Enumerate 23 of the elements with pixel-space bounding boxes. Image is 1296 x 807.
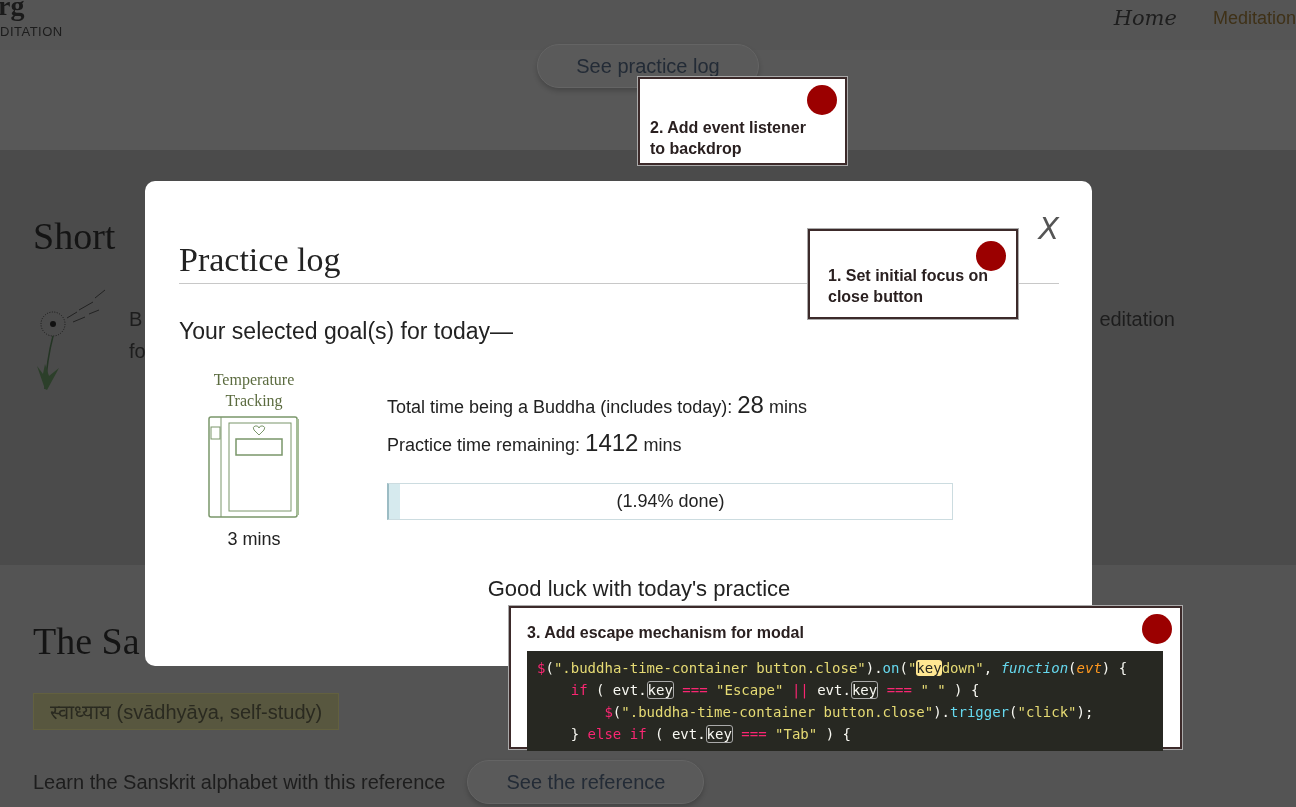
- reference-text: Learn the Sanskrit alphabet with this reference: [33, 770, 446, 794]
- annotation-text: 1. Set initial focus on close button: [828, 266, 990, 307]
- modal-title: Practice log: [179, 241, 341, 279]
- code-snippet: $(".buddha-time-container button.close").on("keydown", function(evt) { if ( evt.key === "Escape" || evt.key === " " ) { $(".buddha-time-container button.close").trigger("click"); } else if ( evt.key === "Tab" ) {: [527, 651, 1163, 751]
- section-heading: The Sa: [33, 619, 140, 663]
- stat-text: Total time being a Buddha (includes today): 28 mins: [387, 391, 808, 419]
- annotation-text: 3. Add escape mechanism for modal: [527, 623, 805, 643]
- stat-text: Practice time remaining: 1412 mins: [387, 429, 683, 457]
- marker-dot: [976, 241, 1006, 271]
- goals-subtitle: Your selected goal(s) for today—: [179, 318, 515, 345]
- nav-link[interactable]: Meditation: [1212, 7, 1296, 29]
- marker-dot: [807, 85, 837, 115]
- good-luck-text: Good luck with today's practice: [486, 576, 792, 602]
- site-tagline: DITATION: [0, 24, 63, 39]
- marker-dot: [1142, 614, 1172, 644]
- goal-duration: 3 mins: [227, 529, 281, 550]
- progress-label: (1.94% done): [616, 491, 725, 512]
- section-heading: Short: [33, 214, 116, 258]
- goal-name: Temperature Tracking: [212, 370, 296, 411]
- annotation-text: 2. Add event listener to backdrop: [650, 118, 807, 159]
- book-icon: [207, 415, 301, 519]
- close-button[interactable]: X: [1038, 211, 1059, 246]
- nav-link[interactable]: Home: [1113, 6, 1177, 30]
